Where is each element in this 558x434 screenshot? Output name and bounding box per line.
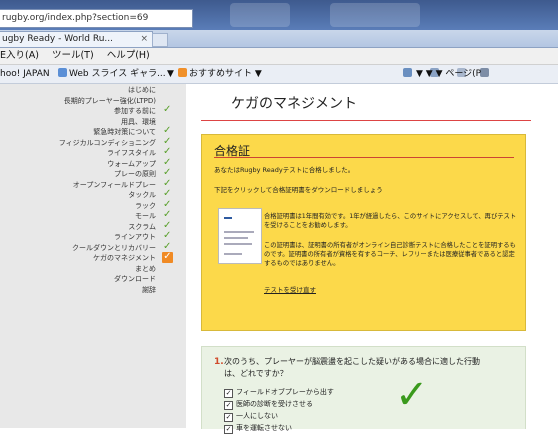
close-tab-icon[interactable]: × (140, 32, 148, 47)
certificate-thumbnail[interactable] (218, 208, 262, 264)
option-checkbox[interactable]: ✓ (224, 425, 233, 434)
option-checkbox[interactable]: ✓ (224, 413, 233, 422)
address-bar[interactable]: rugby.org/index.php?section=69 (0, 9, 193, 28)
current-section-check-icon: ✓ (162, 251, 173, 263)
menu-bar: E入り(A) ツール(T) ヘルプ(H) (0, 48, 558, 65)
sidebar-item[interactable]: ラインアウト (114, 232, 156, 242)
sidebar-item[interactable]: ダウンロード (114, 274, 156, 284)
sidebar-item[interactable]: クールダウンとリカバリー (72, 243, 156, 253)
quiz-option[interactable]: ✓ 車を運転させない (224, 423, 292, 434)
sidebar-item[interactable]: スクラム (128, 222, 156, 232)
suggested-sites-icon (178, 68, 187, 77)
tab-title: ugby Ready - World Ru... (2, 34, 114, 44)
completed-check-icon: ✓ (163, 198, 172, 210)
correct-answer-check-icon: ✓ (395, 372, 429, 418)
webslice-icon (58, 68, 67, 77)
completed-check-icon: ✓ (163, 209, 172, 220)
completed-check-icon: ✓ (163, 156, 172, 168)
menu-favorites[interactable]: E入り(A) (0, 50, 39, 61)
sidebar-item[interactable]: モール (135, 211, 156, 221)
toolbar-dropdowns[interactable]: ▼ ▼ ▼ ページ(P (416, 65, 481, 83)
sidebar-item[interactable]: 謝辞 (142, 285, 156, 295)
sidebar-item[interactable]: ラック (135, 201, 156, 211)
sidebar-item[interactable]: フィジカルコンディショニング (59, 138, 156, 148)
sidebar-item[interactable]: はじめに (128, 85, 156, 95)
sidebar-item[interactable]: ウォームアップ (107, 159, 156, 169)
quiz-option[interactable]: ✓ フィールドオブプレーから出す (224, 387, 334, 398)
completed-check-icon: ✓ (163, 125, 172, 136)
retake-test-link[interactable]: テストを受け直す (264, 284, 316, 294)
sidebar-item[interactable]: タックル (128, 190, 156, 200)
fav-dropdown-icon[interactable]: ▼ (167, 65, 174, 83)
quiz-option[interactable]: ✓ 医師の診断を受けさせる (224, 399, 313, 410)
course-sidebar: はじめに 長期的プレーヤー強化(LTPD) 参加する前に ✓ 用具、環境 緊急時対策につい… (0, 84, 186, 428)
certificate-validity-text: 合格証明書は1年間有効です。1年が経過したら、このサイトにアクセスして、再びテス… (264, 213, 517, 229)
page-title: ケガのマネジメント (231, 96, 357, 112)
print-icon[interactable] (480, 65, 491, 83)
main-content: ケガのマネジメント 合格証 あなたはRugby Readyテストに合格しました。… (186, 84, 558, 434)
completed-check-icon: ✓ (163, 240, 172, 252)
sidebar-item[interactable]: 用具、環境 (121, 117, 156, 127)
sidebar-item[interactable]: まとめ (135, 264, 156, 274)
sidebar-item[interactable]: プレーの原則 (114, 169, 156, 179)
sidebar-item[interactable]: ケガのマネジメント (93, 253, 156, 263)
titlebar-glow (330, 3, 420, 27)
fav-yahoo[interactable]: hoo! JAPAN (0, 65, 50, 83)
tab-strip: ugby Ready - World Ru... × (0, 30, 558, 48)
sidebar-item[interactable]: オープンフィールドプレー (73, 180, 156, 190)
completed-check-icon: ✓ (163, 219, 172, 231)
title-divider (201, 120, 531, 121)
certificate-disclaimer-text: この証明書は、証明書の所有者がオンライン自己診断テストに合格したことを証明するも… (264, 242, 516, 267)
browser-tab[interactable]: ugby Ready - World Ru... × (0, 31, 153, 47)
certificate-panel: 合格証 あなたはRugby Readyテストに合格しました。 下記をクリックして… (201, 134, 526, 331)
completed-check-icon: ✓ (163, 135, 172, 147)
certificate-divider (214, 157, 514, 158)
menu-help[interactable]: ヘルプ(H) (107, 50, 150, 61)
home-icon[interactable] (403, 65, 414, 83)
new-tab-button[interactable] (152, 33, 168, 47)
certificate-download-text[interactable]: 下記をクリックして合格証明書をダウンロードしましょう (214, 184, 383, 194)
sidebar-item[interactable]: ライフスタイル (107, 148, 156, 158)
quiz-option[interactable]: ✓ 一人にしない (224, 411, 278, 422)
completed-check-icon: ✓ (163, 177, 172, 189)
fav-suggested[interactable]: おすすめサイト ▼ (178, 65, 262, 83)
question-text: 次のうち、プレーヤーが脳震盪を起こした疑いがある場合に適した行動は、どれですか？ (224, 357, 480, 378)
certificate-passed-text: あなたはRugby Readyテストに合格しました。 (214, 166, 355, 174)
browser-titlebar: rugby.org/index.php?section=69 (0, 0, 558, 30)
completed-check-icon: ✓ (163, 230, 172, 241)
completed-check-icon: ✓ (163, 188, 172, 199)
completed-check-icon: ✓ (163, 167, 172, 178)
titlebar-glow (230, 3, 290, 27)
option-checkbox[interactable]: ✓ (224, 401, 233, 410)
completed-check-icon: ✓ (163, 104, 172, 115)
question-number: 1. (214, 357, 224, 367)
quiz-panel: 1. 次のうち、プレーヤーが脳震盪を起こした疑いがある場合に適した行動は、どれで… (201, 346, 526, 434)
sidebar-item[interactable]: 長期的プレーヤー強化(LTPD) (64, 96, 156, 106)
favorites-bar: hoo! JAPAN Web スライス ギャラ... ▼ おすすめサイト ▼ ▼… (0, 65, 558, 84)
fav-webslice[interactable]: Web スライス ギャラ... (58, 65, 166, 83)
sidebar-item[interactable]: 参加する前に (114, 106, 156, 116)
sidebar-item[interactable]: 緊急時対策について (93, 127, 156, 137)
menu-tools[interactable]: ツール(T) (52, 50, 94, 61)
option-checkbox[interactable]: ✓ (224, 389, 233, 398)
completed-check-icon: ✓ (163, 146, 172, 157)
